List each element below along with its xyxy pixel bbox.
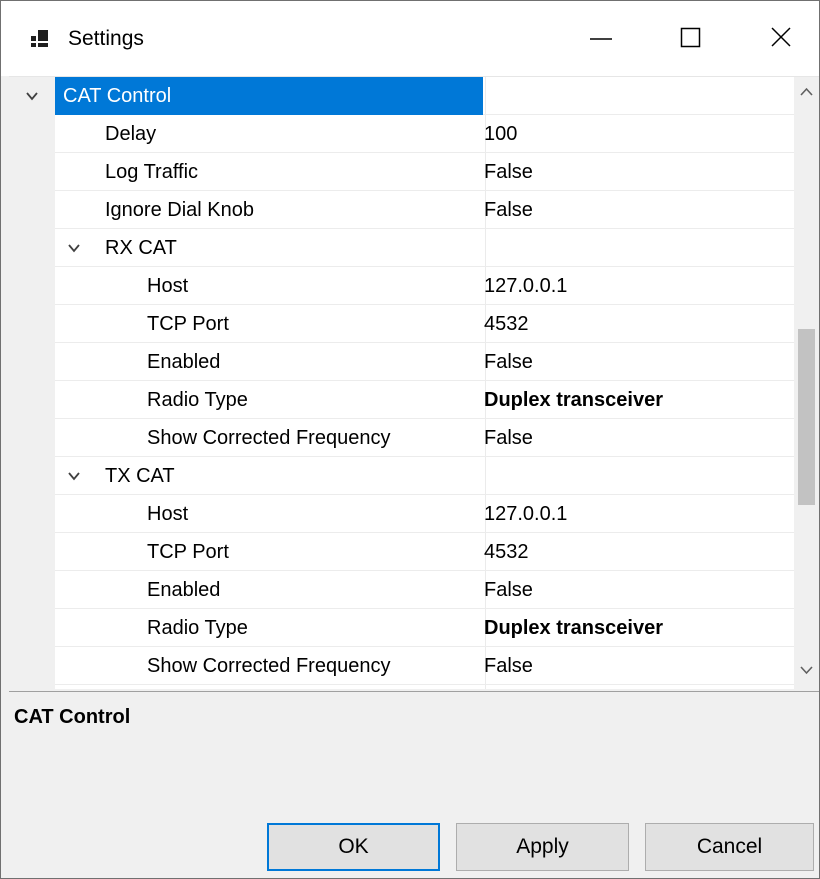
property-grid[interactable]: CAT Control Delay 100 Log Traffic False Ignor… [9,76,819,689]
property-name: Show Corrected Frequency [147,655,391,677]
property-value[interactable]: 4532 [484,305,529,343]
grid-property-row[interactable]: Radio Type Duplex transceiver [9,381,794,419]
grid-property-row[interactable]: Radio Type Duplex transceiver [9,609,794,647]
scroll-up-icon[interactable] [800,87,813,97]
grid-property-row[interactable]: Delay 100 [9,115,794,153]
grid-property-row[interactable]: Show Corrected Frequency False [9,647,794,685]
property-name: CAT Control [63,85,172,107]
property-name: Host [147,275,189,297]
grid-property-row[interactable]: TCP Port 4532 [9,533,794,571]
app-icon [31,30,48,47]
ok-button[interactable]: OK [267,823,440,871]
property-value[interactable]: False [484,191,533,229]
description-title: CAT Control [14,706,131,728]
maximize-icon [680,27,701,48]
description-pane: CAT Control [9,691,819,812]
grid-property-row[interactable]: Ignore Dial Knob False [9,191,794,229]
grid-property-row[interactable]: Host 127.0.0.1 [9,267,794,305]
property-value[interactable]: Duplex transceiver [484,609,663,647]
chevron-down-icon[interactable] [67,469,81,483]
minimize-button[interactable] [567,1,637,76]
maximize-button[interactable] [657,1,727,76]
property-name: Radio Type [147,389,248,411]
property-name: TX CAT [105,465,175,487]
property-value[interactable]: 127.0.0.1 [484,495,567,533]
grid-property-row[interactable]: Enabled False [9,343,794,381]
apply-button[interactable]: Apply [456,823,629,871]
property-name: TCP Port [147,313,229,335]
property-name: Ignore Dial Knob [105,199,254,221]
property-name: Host [147,503,189,525]
property-value[interactable]: False [484,647,533,685]
selected-row-highlight: CAT Control [55,77,483,115]
grid-property-row[interactable]: Enabled False [9,571,794,609]
property-value[interactable]: False [484,419,533,457]
property-name: Radio Type [147,617,248,639]
property-value[interactable]: False [484,343,533,381]
property-value[interactable]: 127.0.0.1 [484,267,567,305]
grid-property-row[interactable]: Log Traffic False [9,153,794,191]
grid-category-row[interactable]: CAT Control [9,77,794,115]
property-name: Show Corrected Frequency [147,427,391,449]
property-name: Enabled [147,351,221,373]
window-title: Settings [68,27,144,50]
property-name: Log Traffic [105,161,199,183]
property-name: TCP Port [147,541,229,563]
cancel-button[interactable]: Cancel [645,823,814,871]
property-name: RX CAT [105,237,177,259]
property-name: Delay [105,123,157,145]
grid-category-row[interactable]: RX CAT [9,229,794,267]
settings-window: Settings CAT Control Delay 100 Log Traffic F… [0,0,820,879]
grid-category-row[interactable]: TX CAT [9,457,794,495]
scroll-down-icon[interactable] [800,665,813,675]
close-icon [771,27,791,47]
grid-property-row[interactable]: TCP Port 4532 [9,305,794,343]
close-button[interactable] [747,1,817,76]
property-name: Enabled [147,579,221,601]
property-value[interactable]: False [484,153,533,191]
minimize-icon [590,38,612,40]
grid-property-row[interactable]: Host 127.0.0.1 [9,495,794,533]
grid-property-row[interactable]: Show Corrected Frequency False [9,419,794,457]
title-bar[interactable]: Settings [1,1,819,76]
property-value[interactable]: False [484,571,533,609]
vertical-scrollbar[interactable] [794,77,819,689]
property-value[interactable]: 4532 [484,533,529,571]
property-value[interactable]: 100 [484,115,517,153]
property-value[interactable]: Duplex transceiver [484,381,663,419]
chevron-down-icon[interactable] [25,89,39,103]
chevron-down-icon[interactable] [67,241,81,255]
scrollbar-thumb[interactable] [798,329,815,505]
